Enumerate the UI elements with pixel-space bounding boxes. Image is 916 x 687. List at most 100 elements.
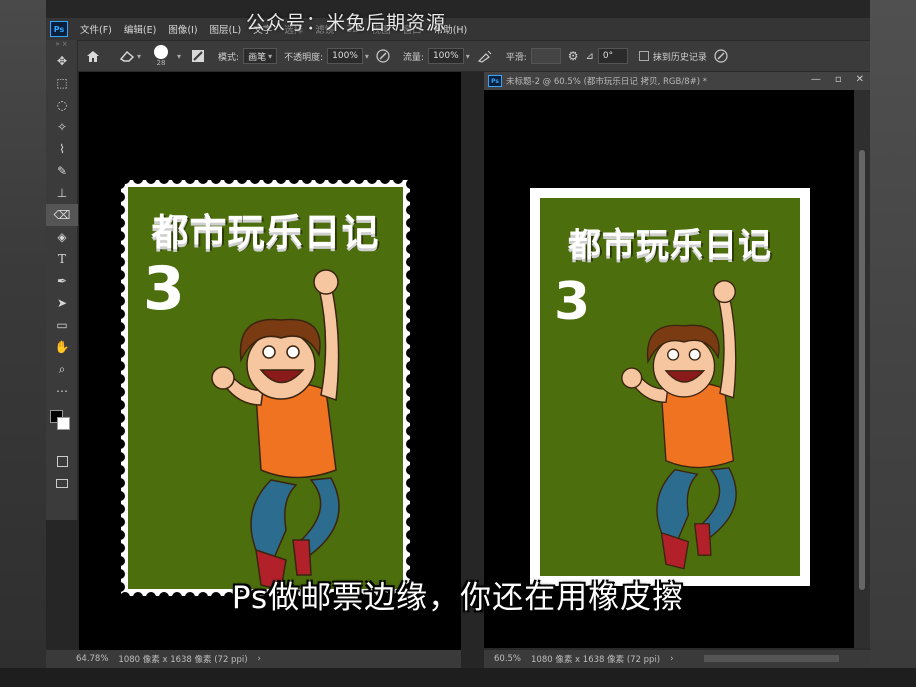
chevron-right-icon[interactable]: › [670, 654, 673, 664]
boy-face [246, 330, 316, 400]
boy-shoe-right [292, 539, 312, 576]
eraser-icon: ⌫ [53, 208, 71, 222]
pen-pressure-icon [714, 49, 728, 63]
gear-icon: ⚙ [567, 49, 579, 63]
type-tool[interactable]: T [46, 248, 78, 270]
menu-file[interactable]: 文件(F) [74, 22, 118, 36]
scrollbar-thumb[interactable] [859, 150, 865, 590]
angle-value: 0° [602, 51, 614, 61]
zoom-level[interactable]: 64.78% [76, 654, 108, 664]
rectangle-tool[interactable]: ▭ [46, 314, 78, 336]
smoothing-input[interactable] [530, 48, 561, 64]
opacity-value: 100% [332, 51, 358, 61]
document-info[interactable]: 1080 像素 x 1638 像素 (72 ppi) [118, 653, 247, 665]
video-subtitle: Ps做邮票边缘，你还在用橡皮擦 [231, 580, 685, 616]
move-icon: ✥ [56, 54, 68, 68]
color-swatches[interactable] [46, 402, 77, 450]
boy-arm-raised [318, 283, 340, 402]
zoom-level[interactable]: 60.5% [494, 654, 521, 664]
minimize-icon[interactable]: — [811, 74, 821, 85]
chevron-down-icon[interactable]: ▾ [466, 52, 470, 61]
poster-right-white-border: 都市玩乐日记 3 [530, 188, 810, 586]
opacity-input[interactable]: 100% [327, 48, 363, 64]
chevron-right-icon[interactable]: › [258, 654, 261, 664]
pen-tool[interactable]: ✒ [46, 270, 78, 292]
cartoon-boy-illustration [621, 280, 737, 570]
more-tool[interactable]: ⋯ [46, 380, 78, 402]
screen-mode-button[interactable] [46, 472, 78, 494]
menu-image[interactable]: 图像(I) [162, 22, 203, 36]
photoshop-logo: Ps [488, 75, 502, 87]
vertical-scrollbar[interactable] [854, 90, 870, 648]
brush-tool[interactable]: ✎ [46, 160, 78, 182]
boy-fist-left [621, 367, 643, 389]
brush-icon: ✎ [56, 164, 68, 178]
close-icon[interactable]: ✕ [856, 74, 864, 85]
pressure-size-button[interactable] [714, 49, 728, 63]
marquee-tool[interactable]: ⬚ [46, 72, 78, 94]
flow-input[interactable]: 100% [427, 48, 464, 64]
boy-fist-left [211, 366, 235, 390]
tool-preset-picker[interactable]: ▾ [119, 50, 141, 62]
mode-select[interactable]: 画笔 ▾ [243, 48, 278, 64]
mode-value: 画笔 [248, 52, 267, 63]
flow-value: 100% [432, 51, 459, 61]
hand-icon: ✋ [54, 340, 70, 354]
boy-shoe-left [660, 531, 690, 570]
chevron-down-icon[interactable]: ▾ [365, 52, 369, 61]
brush-settings-button[interactable] [191, 49, 205, 63]
watermark-text: 公众号：米兔后期资源 [246, 12, 447, 34]
marquee-icon: ⬚ [56, 76, 68, 90]
bucket-icon: ◈ [57, 230, 67, 244]
stamp-tool[interactable]: ⊥ [46, 182, 78, 204]
boy-shoe-right [693, 523, 712, 556]
magic-wand-tool[interactable]: ✧ [46, 116, 78, 138]
lasso-tool[interactable]: ◌ [46, 94, 78, 116]
quick-mask-button[interactable] [46, 450, 78, 472]
boy-arm-raised [717, 292, 737, 399]
tools-panel: » × ✥ ⬚ ◌ ✧ ⌇ ✎ ⊥ ⌫ ◈ T ✒ ➤ ▭ ✋ ⌕ ⋯ [46, 40, 78, 520]
status-bar-2: 60.5% 1080 像素 x 1638 像素 (72 ppi) › [484, 650, 870, 668]
angle-input[interactable]: 0° [597, 48, 628, 64]
panel-collapse-icon[interactable]: » × [46, 40, 77, 50]
background-color-swatch[interactable] [57, 417, 70, 430]
path-select-tool[interactable]: ➤ [46, 292, 78, 314]
bucket-tool[interactable]: ◈ [46, 226, 78, 248]
horizontal-scrollbar[interactable] [704, 655, 839, 662]
boy-fist-raised [712, 280, 736, 304]
chevron-down-icon[interactable]: ▾ [177, 52, 181, 61]
home-button[interactable] [86, 50, 100, 63]
maximize-icon[interactable]: ▫ [835, 74, 842, 85]
menu-edit[interactable]: 编辑(E) [118, 22, 162, 36]
pen-pressure-icon [376, 49, 390, 63]
smoothing-label: 平滑: [505, 52, 527, 63]
lasso-icon: ◌ [56, 98, 68, 112]
zoom-icon: ⌕ [58, 361, 66, 376]
pressure-opacity-button[interactable] [376, 49, 390, 63]
eyedropper-tool[interactable]: ⌇ [46, 138, 78, 160]
status-bar-1: 64.78% 1080 像素 x 1638 像素 (72 ppi) › [46, 650, 461, 668]
opacity-label: 不透明度: [284, 52, 324, 63]
stamp-icon: ⊥ [56, 186, 68, 200]
eraser-tool[interactable]: ⌫ [46, 204, 78, 226]
document-tab[interactable]: Ps 未标题-2 @ 60.5% (都市玩乐日记 拷贝, RGB/8#) * —… [484, 72, 870, 90]
mode-label: 模式: [218, 52, 240, 63]
airbrush-button[interactable] [477, 49, 493, 63]
boy-eye-left [667, 348, 680, 361]
path-select-icon: ➤ [56, 296, 68, 310]
brush-preset-picker[interactable]: 28 [154, 45, 169, 67]
menu-bar: Ps 文件(F) 编辑(E) 图像(I) 图层(L) 文字 选择 滤镜 3D 视… [46, 18, 870, 40]
cartoon-boy-illustration [211, 269, 340, 591]
smoothing-options-button[interactable]: ⚙ [568, 49, 579, 63]
hand-tool[interactable]: ✋ [46, 336, 78, 358]
erase-to-history-label: 抹到历史记录 [652, 52, 707, 63]
move-tool[interactable]: ✥ [46, 50, 78, 72]
zoom-tool[interactable]: ⌕ [46, 358, 78, 380]
menu-layer[interactable]: 图层(L) [204, 22, 248, 36]
screen-mode-icon [56, 478, 68, 488]
options-bar: ▾ 28 ▾ 模式: 画笔 ▾ 不透明度: 100% ▾ 流量: 100% ▾ … [46, 40, 870, 72]
document-info[interactable]: 1080 像素 x 1638 像素 (72 ppi) [531, 653, 660, 665]
magic-wand-icon: ✧ [56, 120, 68, 134]
erase-to-history-checkbox[interactable]: 抹到历史记录 [638, 50, 707, 63]
brush-tip-icon [154, 45, 169, 59]
